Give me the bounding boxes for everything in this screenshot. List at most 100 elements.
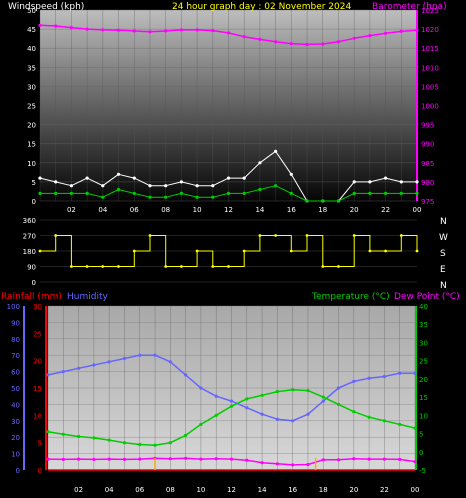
barometer-point [305,42,309,47]
direction-label-w: W [439,233,448,243]
wind-tick-label: 25 [27,103,36,111]
wind-x-tick-label: 10 [193,206,202,214]
temp-x-tick-label: 00 [411,486,420,494]
wind-average-point [274,184,278,188]
windspeed-axis-label: Windspeed (kph) [8,2,84,12]
wind-tick-label: 45 [27,26,36,34]
barometer-axis-label: Barometer (hpa) [372,2,447,12]
wind-gust-point [274,149,278,153]
wind-x-tick-label: 12 [224,206,233,214]
barometer-point [258,37,262,42]
humidity-tick-label: 30 [11,418,20,426]
barometer-point [399,29,403,33]
wind-x-tick-label: 14 [255,206,264,214]
wind-direction-point [384,249,387,253]
temperature-point [138,442,142,447]
temperature-point [77,434,81,439]
barometer-tick-label: 995 [421,122,434,130]
rain-tick-label: 20 [33,358,42,366]
wind-direction-point [195,249,199,253]
wind-gust-point [211,184,215,188]
wind-gust-point [226,176,231,180]
humidity-point [138,353,142,357]
wind-gust-point [415,180,419,184]
direction-tick-label: 270 [23,233,36,241]
rain-tick-label: 30 [33,303,42,311]
barometer-tick-label: 1000 [421,103,439,111]
wind-gust-point [132,176,136,180]
humidity-point [306,412,310,416]
wind-average-point [242,191,246,195]
humidity-point [291,419,295,423]
wind-gust-point [399,180,403,184]
dewpoint-point [367,457,371,461]
wind-average-point [321,199,325,203]
humidity-point [336,386,341,390]
temperature-point [122,441,127,445]
wind-average-point [116,187,121,192]
wind-average-point [368,191,372,195]
humidity-point [122,356,127,361]
wind-average-point [54,191,58,195]
wind-gust-point [195,184,199,188]
wind-average-point [164,195,168,199]
wind-tick-label: 10 [27,160,36,168]
temperature-point [260,393,264,397]
temp-x-tick-label: 02 [74,486,83,494]
wind-average-point [336,199,341,203]
wind-gust-point [101,184,105,188]
dewpoint-point [229,457,234,461]
wind-average-point [69,191,73,195]
dewpoint-axis-label: Dew Point (°C) [394,292,460,302]
wind-tick-label: 40 [27,45,36,53]
barometer-point [148,30,152,34]
wind-tick-label: 5 [32,179,36,187]
barometer-tick-label: 1015 [421,45,439,53]
wind-average-point [38,191,42,195]
humidity-tick-label: 60 [11,369,20,377]
barometer-point [132,29,136,33]
barometer-tick-label: 1005 [421,83,439,91]
wind-gust-point [116,172,121,176]
temperature-point [321,395,325,399]
temp-x-tick-label: 12 [227,486,236,494]
wind-average-point [195,195,199,199]
wind-direction-point [148,234,152,237]
temperature-tick-label: 15 [419,394,428,402]
wind-direction-point [180,265,183,268]
humidity-point [214,394,218,398]
barometer-point [69,26,73,30]
wind-gust-point [54,180,58,184]
barometer-point [226,31,231,35]
humidity-point [413,371,417,375]
wind-gust-point [258,161,262,165]
temperature-point [413,426,417,430]
barometer-point [289,42,293,46]
dewpoint-point [214,457,218,461]
rain-tick-label: 5 [38,440,42,448]
temperature-tick-label: 10 [419,412,428,420]
temperature-tick-label: 25 [419,358,428,366]
wind-gust-point [289,172,293,176]
wind-direction-point [352,234,356,237]
temp-x-tick-label: 20 [349,486,358,494]
wind-direction-point [415,249,419,253]
rain-tick-label: 25 [33,330,42,338]
wind-direction-point [164,265,168,268]
temp-x-tick-label: 18 [319,486,328,494]
temperature-point [214,413,218,417]
dewpoint-point [168,457,172,461]
humidity-tick-label: 90 [11,319,20,327]
wind-gust-point [148,184,152,188]
humidity-point [153,353,157,357]
dewpoint-point [199,457,203,461]
wind-direction-point [289,249,293,253]
rainfall-axis-label: Rainfall (mm) [1,292,62,302]
wind-gust-point [38,176,42,180]
dewpoint-point [122,457,127,461]
barometer-point [384,31,388,35]
humidity-point [367,376,371,380]
temperature-tick-label: 40 [419,303,428,311]
humidity-point [352,379,356,383]
dewpoint-point [138,457,142,461]
